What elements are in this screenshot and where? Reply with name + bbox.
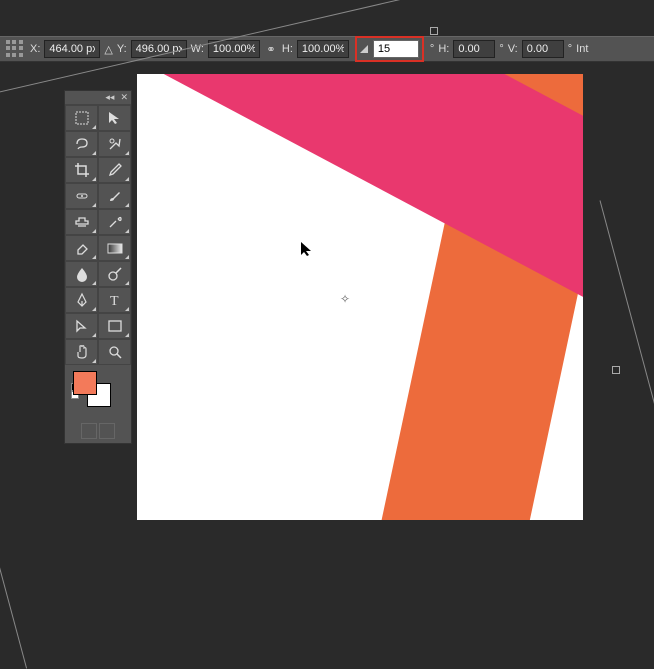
- skew-v-label: V:: [508, 43, 518, 55]
- eraser-tool[interactable]: [65, 235, 98, 261]
- transform-edge: [600, 200, 654, 587]
- degree-label-2: °: [499, 43, 503, 55]
- history-brush-tool[interactable]: [98, 209, 131, 235]
- quick-selection-tool[interactable]: [98, 131, 131, 157]
- screen-mode-row: [65, 419, 131, 443]
- hand-tool[interactable]: [65, 339, 98, 365]
- h-label: H:: [282, 43, 293, 55]
- x-input[interactable]: [44, 40, 100, 58]
- degree-label: °: [430, 43, 434, 55]
- marquee-tool[interactable]: [65, 105, 98, 131]
- quick-mask-icon[interactable]: [81, 423, 97, 439]
- clone-stamp-tool[interactable]: [65, 209, 98, 235]
- canvas[interactable]: [137, 74, 583, 520]
- path-selection-tool[interactable]: [65, 313, 98, 339]
- crop-tool[interactable]: [65, 157, 98, 183]
- x-label: X:: [30, 43, 40, 55]
- blur-tool[interactable]: [65, 261, 98, 287]
- link-icon[interactable]: ⚭: [264, 43, 278, 56]
- tools-panel-header: ◂◂ ✕: [65, 91, 131, 105]
- svg-text:T: T: [110, 294, 119, 308]
- reference-point-grid[interactable]: [4, 38, 26, 60]
- pen-tool[interactable]: [65, 287, 98, 313]
- brush-tool[interactable]: [98, 183, 131, 209]
- dodge-tool[interactable]: [98, 261, 131, 287]
- tools-panel: ◂◂ ✕ T: [64, 90, 132, 444]
- zoom-tool[interactable]: [98, 339, 131, 365]
- collapse-icon[interactable]: ◂◂: [105, 92, 114, 103]
- color-swatches: [65, 365, 131, 401]
- height-input[interactable]: [297, 40, 349, 58]
- transform-edge: [0, 494, 27, 668]
- move-tool[interactable]: [98, 105, 131, 131]
- rotation-field-highlight: [355, 36, 424, 62]
- gradient-tool[interactable]: [98, 235, 131, 261]
- screen-mode-icon[interactable]: [99, 423, 115, 439]
- delta-icon[interactable]: △: [104, 43, 112, 56]
- skew-v-input[interactable]: [522, 40, 564, 58]
- width-input[interactable]: [208, 40, 260, 58]
- eyedropper-tool[interactable]: [98, 157, 131, 183]
- degree-label-3: °: [568, 43, 572, 55]
- foreground-color-swatch[interactable]: [73, 371, 97, 395]
- lasso-tool[interactable]: [65, 131, 98, 157]
- y-label: Y:: [117, 43, 127, 55]
- rectangle-tool[interactable]: [98, 313, 131, 339]
- interpolation-label: Int: [576, 43, 588, 55]
- transform-handle[interactable]: [430, 27, 438, 35]
- transform-handle[interactable]: [612, 366, 620, 374]
- close-icon[interactable]: ✕: [120, 92, 128, 103]
- angle-icon: [360, 45, 368, 53]
- options-bar: X: △ Y: W: ⚭ H: ° H: ° V: ° Int: [0, 36, 654, 62]
- type-tool[interactable]: T: [98, 287, 131, 313]
- skew-h-label: H:: [438, 43, 449, 55]
- healing-tool[interactable]: [65, 183, 98, 209]
- skew-h-input[interactable]: [453, 40, 495, 58]
- rotation-input[interactable]: [373, 40, 419, 58]
